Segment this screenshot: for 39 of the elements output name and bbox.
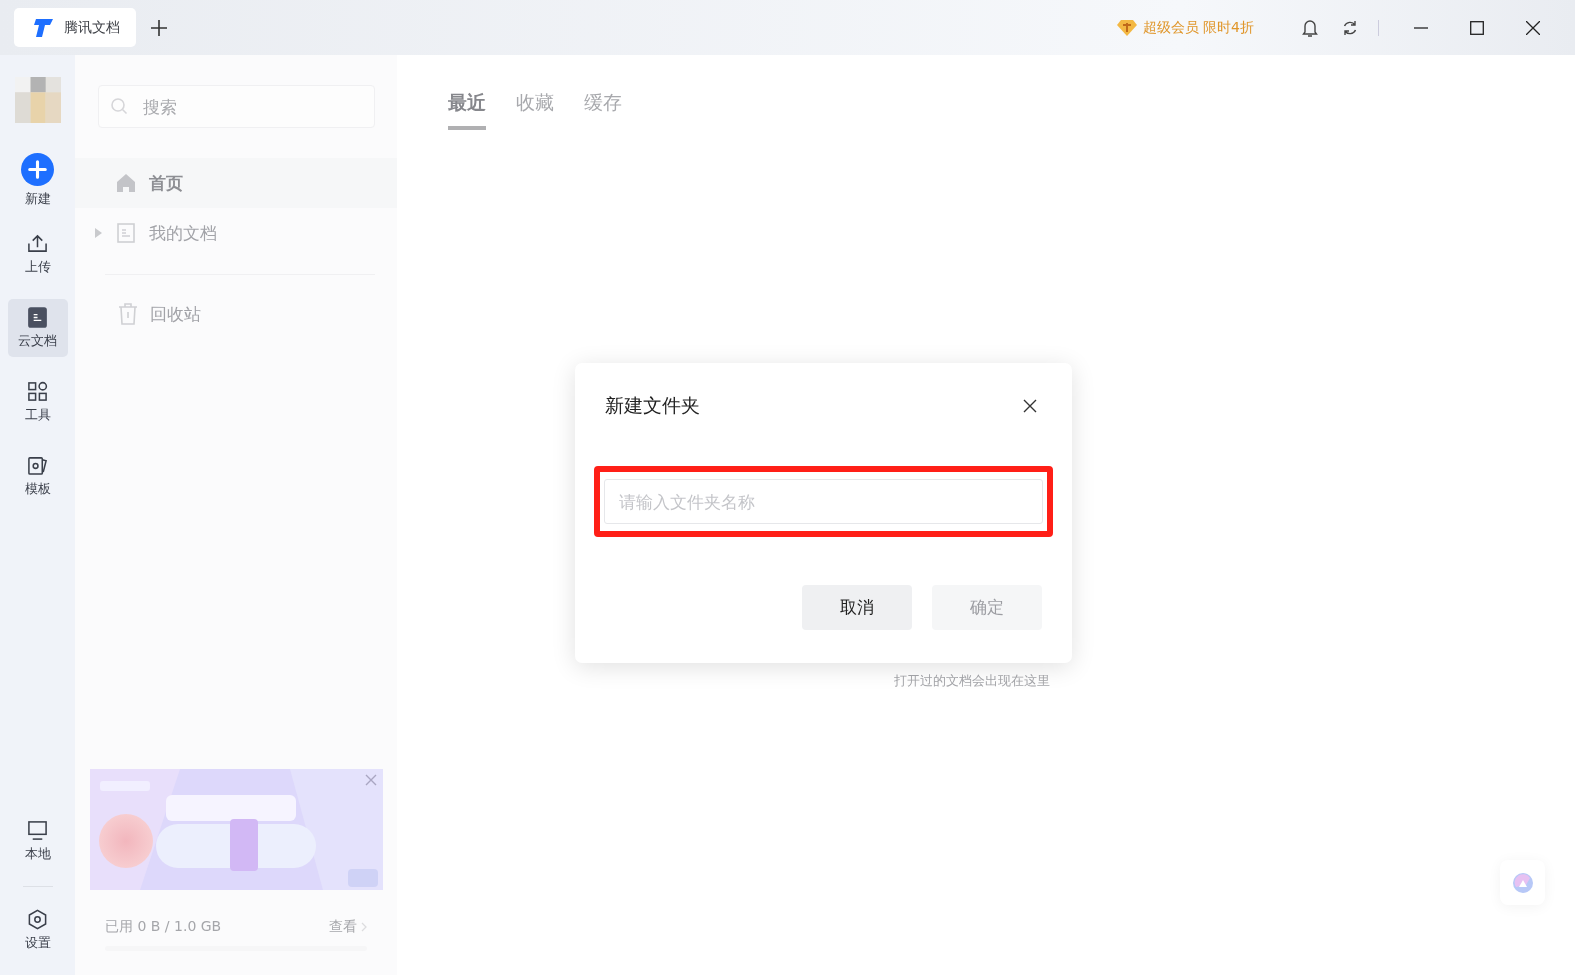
maximize-icon (1470, 20, 1484, 35)
dialog-title: 新建文件夹 (605, 393, 700, 418)
diamond-icon (1116, 19, 1137, 36)
search-icon (110, 97, 128, 115)
nav-rail-item[interactable]: 云文档 (7, 299, 68, 357)
search-field[interactable]: 搜索 (98, 85, 375, 128)
tab[interactable]: 最近 (448, 90, 486, 130)
plus-icon (21, 152, 54, 186)
logo-icon (32, 17, 54, 38)
app-tab[interactable]: 腾讯文档 (14, 8, 136, 47)
document-icon (27, 306, 48, 328)
trash-icon (118, 303, 138, 325)
bell-icon (1302, 18, 1318, 37)
storage-usage: 已用 0 B / 1.0 GB (105, 918, 222, 936)
dialog-button[interactable]: 取消 (802, 585, 912, 630)
minimize-icon (1414, 26, 1428, 29)
template-icon (27, 454, 48, 476)
close-icon (1023, 399, 1037, 413)
nav-rail-item[interactable]: 工具 (7, 373, 68, 431)
document-icon (115, 222, 137, 244)
chevron-icon (361, 922, 367, 932)
nav-rail-item[interactable]: 本地 (7, 812, 68, 870)
nav-rail-item[interactable]: 上传 (7, 225, 68, 283)
home-icon (115, 172, 137, 194)
input-field[interactable]: 请输入文件夹名称 (604, 479, 1043, 524)
monitor-icon (27, 819, 48, 841)
assistant-icon (1511, 871, 1534, 894)
close-icon (1526, 20, 1540, 35)
upload-icon (27, 232, 48, 254)
nav-rail-item[interactable]: 新建 (7, 151, 68, 209)
empty-hint: 打开过的文档会出现在这里 (894, 673, 1050, 688)
caret-icon (93, 228, 103, 238)
nav-rail-item[interactable]: 模板 (7, 447, 68, 505)
sync-icon (1342, 19, 1358, 36)
settings-icon (27, 908, 48, 930)
close-icon (363, 772, 379, 788)
grid-icon (27, 380, 48, 402)
nav-rail-item[interactable]: 设置 (7, 901, 68, 959)
plus-icon (150, 18, 168, 37)
